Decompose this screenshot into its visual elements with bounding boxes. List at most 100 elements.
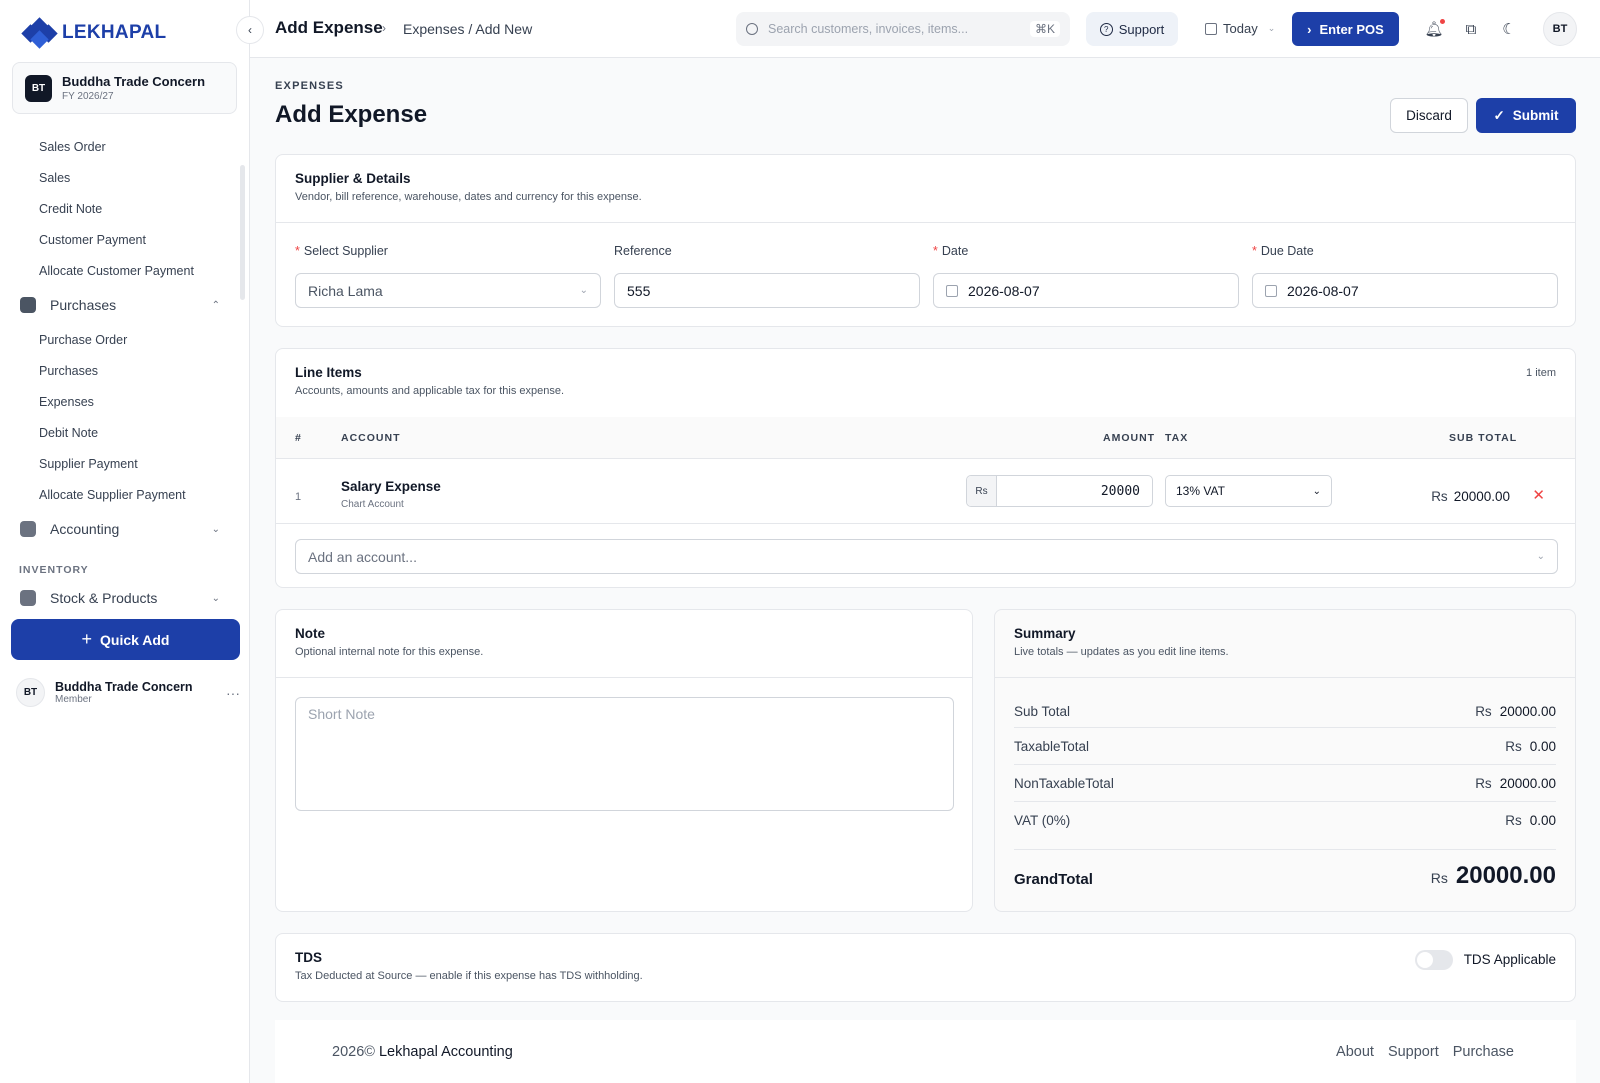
date-label: * Date (933, 244, 969, 258)
more-icon[interactable]: ··· (226, 685, 240, 701)
enter-pos-button[interactable]: › Enter POS (1292, 12, 1399, 46)
divider (1014, 764, 1556, 765)
card-subtitle: Accounts, amounts and applicable tax for… (295, 385, 565, 397)
sidebar-item-supplier-payment[interactable]: Supplier Payment (39, 457, 138, 471)
tax-select[interactable]: 13% VAT ⌄ (1165, 475, 1332, 507)
quick-add-button[interactable]: + Quick Add (11, 619, 240, 660)
notification-dot (1440, 19, 1445, 24)
moon-icon[interactable]: ☾ (1500, 20, 1518, 38)
topbar: Add Expense › Expenses / Add New Search … (250, 0, 1600, 58)
tax-value: 13% VAT (1176, 484, 1225, 498)
sidebar-item-customer-payment[interactable]: Customer Payment (39, 233, 146, 247)
plus-icon: + (81, 629, 92, 649)
search-placeholder: Search customers, invoices, items... (768, 22, 969, 36)
submit-label: Submit (1512, 108, 1559, 123)
submit-button[interactable]: ✓ Submit (1476, 98, 1576, 133)
sidebar-group-stock[interactable]: Stock & Products ⌄ (20, 590, 220, 606)
sidebar-nav: Sales Order Sales Credit Note Customer P… (0, 130, 240, 610)
tds-card: TDS Tax Deducted at Source — enable if t… (275, 933, 1576, 1002)
org-switcher[interactable]: BT Buddha Trade Concern FY 2026/27 (12, 62, 237, 114)
check-icon: ✓ (1493, 107, 1505, 123)
card-subtitle: Vendor, bill reference, warehouse, dates… (295, 191, 642, 203)
chevron-down-icon: ⌄ (211, 592, 220, 604)
column-header-amount: AMOUNT (1103, 432, 1156, 444)
supplier-details-card: Supplier & Details Vendor, bill referenc… (275, 154, 1576, 327)
date-field[interactable]: 2026-08-07 (933, 273, 1239, 308)
basket-icon (20, 297, 36, 313)
enter-pos-label: Enter POS (1319, 21, 1384, 37)
divider (1014, 849, 1556, 850)
sidebar-item-allocate-customer-payment[interactable]: Allocate Customer Payment (39, 264, 194, 278)
sidebar-item-sales[interactable]: Sales (39, 171, 70, 185)
footer-link-about[interactable]: About (1336, 1044, 1374, 1060)
card-subtitle: Optional internal note for this expense. (295, 646, 484, 658)
chevron-left-icon: ‹ (248, 23, 252, 37)
calendar-icon (1205, 22, 1217, 35)
sidebar-scrollbar[interactable] (240, 165, 245, 300)
page-title: Add Expense (275, 101, 428, 128)
quick-add-label: Quick Add (100, 631, 170, 648)
search-input[interactable]: Search customers, invoices, items... ⌘K (736, 12, 1070, 46)
discard-button[interactable]: Discard (1390, 98, 1468, 133)
sidebar: LEKHAPAL BT Buddha Trade Concern FY 2026… (0, 0, 250, 1083)
chart-icon (20, 521, 36, 537)
card-title: TDS (295, 950, 322, 965)
reference-value: 555 (627, 282, 651, 299)
date-filter-label: Today (1223, 21, 1258, 36)
due-date-value: 2026-08-07 (1287, 282, 1359, 299)
external-link-icon[interactable]: ⧉ (1462, 20, 1480, 38)
sidebar-item-expenses[interactable]: Expenses (39, 395, 94, 409)
row-number: 1 (295, 491, 302, 503)
footer-links: About Support Purchase (1336, 1044, 1514, 1060)
footer: 2026© Lekhapal Accounting About Support … (275, 1020, 1576, 1083)
tds-toggle[interactable] (1415, 950, 1453, 970)
sidebar-item-purchases[interactable]: Purchases (39, 364, 98, 378)
brand-name: LEKHAPAL (62, 22, 167, 43)
note-textarea[interactable]: Short Note (295, 697, 954, 811)
avatar[interactable]: BT (1543, 12, 1577, 46)
supplier-select[interactable]: Richa Lama ⌄ (295, 273, 601, 308)
brand-logo[interactable]: LEKHAPAL (21, 17, 167, 49)
sidebar-collapse-button[interactable]: ‹ (236, 16, 264, 44)
sidebar-item-allocate-supplier-payment[interactable]: Allocate Supplier Payment (39, 488, 186, 502)
column-header-subtotal: SUB TOTAL (1449, 432, 1518, 444)
note-card: Note Optional internal note for this exp… (275, 609, 973, 912)
user-menu[interactable]: BT Buddha Trade Concern Member ··· (16, 678, 240, 707)
chevron-down-icon: ⌄ (211, 523, 220, 535)
account-name: Salary Expense (341, 479, 441, 494)
sidebar-group-label: Stock & Products (50, 590, 158, 606)
sidebar-item-credit-note[interactable]: Credit Note (39, 202, 102, 216)
due-date-field[interactable]: 2026-08-07 (1252, 273, 1558, 308)
sidebar-group-purchases[interactable]: Purchases ⌃ (20, 297, 220, 313)
page-eyebrow: EXPENSES (275, 80, 344, 92)
org-badge: BT (25, 74, 52, 102)
support-button[interactable]: ? Support (1086, 12, 1178, 46)
sidebar-item-purchase-order[interactable]: Purchase Order (39, 333, 127, 347)
reference-field[interactable]: 555 (614, 273, 920, 308)
support-label: Support (1118, 21, 1165, 37)
table-header (276, 417, 1575, 459)
footer-link-purchase[interactable]: Purchase (1453, 1044, 1514, 1060)
chevron-down-icon: ⌄ (579, 285, 588, 296)
breadcrumb[interactable]: Expenses / Add New (403, 21, 532, 37)
reference-label: Reference (614, 244, 672, 258)
sidebar-group-accounting[interactable]: Accounting ⌄ (20, 521, 220, 537)
sidebar-item-sales-order[interactable]: Sales Order (39, 140, 106, 154)
avatar: BT (16, 678, 45, 707)
summary-row-subtotal: Sub Total Rs 20000.00 (1014, 704, 1556, 719)
delete-row-icon[interactable]: ✕ (1532, 486, 1545, 504)
sidebar-item-debit-note[interactable]: Debit Note (39, 426, 98, 440)
add-account-select[interactable]: Add an account... ⌄ (295, 539, 1558, 574)
divider (1014, 801, 1556, 802)
amount-value: 20000 (1100, 483, 1140, 499)
footer-link-support[interactable]: Support (1388, 1044, 1439, 1060)
column-header-account: ACCOUNT (341, 432, 401, 444)
supplier-value: Richa Lama (308, 282, 383, 299)
date-filter-dropdown[interactable]: Today ⌄ (1205, 21, 1275, 36)
card-title: Note (295, 626, 325, 641)
card-subtitle: Tax Deducted at Source — enable if this … (295, 970, 643, 982)
calendar-icon (946, 284, 958, 297)
column-header-tax: TAX (1165, 432, 1189, 444)
chevron-down-icon: ⌄ (1536, 551, 1545, 562)
amount-input[interactable]: Rs 20000 (966, 475, 1153, 507)
